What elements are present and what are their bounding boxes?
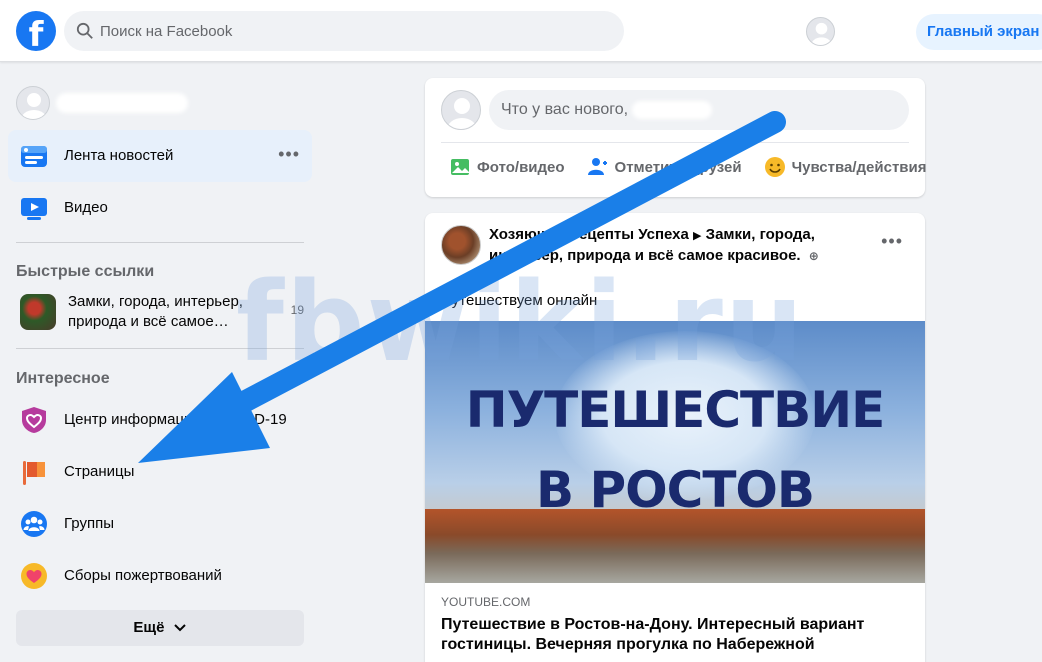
quick-link-line2: природа и всё самое… xyxy=(68,313,229,330)
triangle-right-icon: ▶ xyxy=(693,230,702,242)
sidebar-item-label: Страницы xyxy=(64,463,135,480)
interesting-title: Интересное xyxy=(16,370,110,387)
blurred-user-name xyxy=(632,100,713,119)
home-button[interactable]: Главный экран xyxy=(916,14,1042,50)
divider xyxy=(16,242,304,243)
video-icon xyxy=(20,194,48,222)
composer-actions: Фото/видео Отметить друзей Чувства/дейст… xyxy=(449,156,926,178)
post-author-avatar[interactable] xyxy=(441,225,481,265)
link-domain: YOUTUBE.COM xyxy=(441,595,531,609)
link-title[interactable]: Путешествие в Ростов-на-Дону. Интересный… xyxy=(441,615,909,655)
sidebar-item-label: Сборы пожертвований xyxy=(64,567,222,584)
groups-icon xyxy=(20,510,48,538)
composer-input[interactable]: Что у вас нового, xyxy=(489,90,909,130)
post-composer: Что у вас нового, Фото/видео Отметить др… xyxy=(425,78,926,197)
covid-shield-icon xyxy=(20,406,48,434)
search-bar[interactable] xyxy=(64,11,624,51)
search-input[interactable] xyxy=(100,22,580,40)
pages-flag-icon xyxy=(20,458,48,486)
post-more-icon[interactable]: ••• xyxy=(881,231,903,252)
sidebar-item-video[interactable]: Видео xyxy=(8,182,312,234)
sidebar-item-covid[interactable]: Центр информации о COVID-19 xyxy=(8,394,312,446)
sidebar-item-label: Видео xyxy=(64,199,108,216)
blurred-user-name xyxy=(56,93,188,113)
sidebar-item-quick-link[interactable]: Замки, города, интерьер, природа и всё с… xyxy=(8,286,312,338)
tag-friends-label: Отметить друзей xyxy=(614,158,742,176)
feeling-activity-label: Чувства/действия xyxy=(791,158,927,176)
see-more-label: Ещё xyxy=(133,619,165,636)
fundraiser-heart-icon xyxy=(20,562,48,590)
post-header: Хозяюшка Рецепты Успеха ▶ Замки, города,… xyxy=(489,225,849,266)
feeling-activity-button[interactable]: Чувства/действия xyxy=(764,156,927,178)
facebook-logo-icon[interactable]: f xyxy=(16,11,56,51)
quick-link-label: Замки, города, интерьер, природа и всё с… xyxy=(68,292,243,332)
sidebar-item-groups[interactable]: Группы xyxy=(8,498,312,550)
more-options-icon[interactable]: ••• xyxy=(278,144,300,165)
photo-video-button[interactable]: Фото/видео xyxy=(449,156,565,178)
user-avatar-icon xyxy=(16,86,50,120)
search-icon xyxy=(76,22,93,39)
sidebar-item-label: Группы xyxy=(64,515,114,532)
post-text: Путешествуем онлайн xyxy=(441,292,598,309)
photo-icon xyxy=(451,159,469,175)
globe-icon: ⊕ xyxy=(808,249,819,263)
profile-avatar-icon[interactable] xyxy=(806,17,835,46)
sidebar-item-news-feed[interactable]: Лента новостей ••• xyxy=(8,130,312,182)
tag-friends-icon xyxy=(587,158,607,175)
left-sidebar: Лента новостей ••• Видео Быстрые ссылки … xyxy=(0,62,320,662)
chevron-down-icon xyxy=(173,624,186,632)
tag-friends-button[interactable]: Отметить друзей xyxy=(587,156,742,178)
quick-link-line1: Замки, города, интерьер, xyxy=(68,293,243,310)
composer-placeholder: Что у вас нового, xyxy=(501,101,629,118)
feed-post: Хозяюшка Рецепты Успеха ▶ Замки, города,… xyxy=(425,213,925,662)
sidebar-item-label: Лента новостей xyxy=(64,147,174,164)
composer-divider xyxy=(441,142,909,143)
divider xyxy=(16,348,304,349)
group-thumbnail xyxy=(20,294,56,330)
photo-video-label: Фото/видео xyxy=(477,158,565,176)
sidebar-item-fundraisers[interactable]: Сборы пожертвований xyxy=(8,550,312,602)
news-feed-icon xyxy=(20,142,48,170)
hero-trees xyxy=(425,509,925,583)
post-link-image[interactable]: ПУТЕШЕСТВИЕ В РОСТОВ xyxy=(425,321,925,583)
sidebar-item-label: Центр информации о COVID-19 xyxy=(64,411,287,428)
sidebar-profile[interactable] xyxy=(16,86,188,120)
post-author[interactable]: Хозяюшка Рецепты Успеха xyxy=(489,226,689,243)
sidebar-item-pages[interactable]: Страницы xyxy=(8,446,312,498)
quick-link-count: 19 xyxy=(290,303,304,317)
quick-links-title: Быстрые ссылки xyxy=(16,263,155,280)
feeling-icon xyxy=(764,157,785,177)
hero-title-line1: ПУТЕШЕСТВИЕ xyxy=(465,381,886,439)
top-bar: f Главный экран xyxy=(0,0,1042,62)
see-more-button[interactable]: Ещё xyxy=(16,610,304,646)
composer-avatar-icon xyxy=(441,90,481,130)
